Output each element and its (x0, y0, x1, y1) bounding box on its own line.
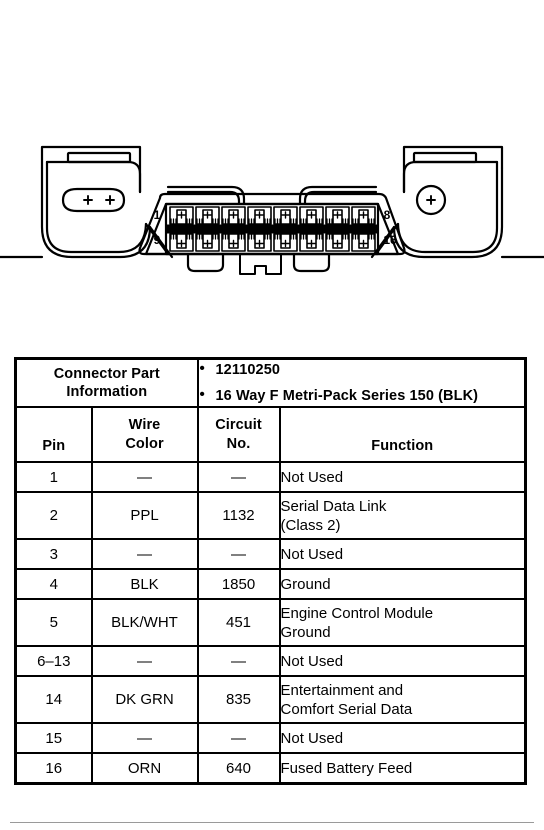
table-row: 16 ORN 640 Fused Battery Feed (14, 752, 527, 785)
cell-pin: 1 (14, 461, 93, 493)
connector-drawing: 1 9 8 16 (0, 145, 544, 275)
cell-wire-color: — (90, 538, 199, 570)
cell-circuit-no: 451 (196, 598, 281, 647)
connector-pin-table-container: Connector Part Information 12110250 16 W… (14, 357, 528, 785)
connector-diagram: 1 9 8 16 (0, 132, 544, 317)
cell-circuit-no: — (196, 538, 281, 570)
center-divider-bar (165, 224, 379, 234)
table-row: 1— — Not Used (14, 461, 527, 493)
cell-pin: 14 (14, 675, 93, 724)
connector-shoulders (166, 185, 378, 206)
cell-circuit-no: 1850 (196, 568, 281, 600)
cell-pin: 2 (14, 491, 93, 540)
header-function: Function (278, 406, 527, 463)
part-info-bullet: 12110250 (200, 359, 525, 380)
part-info-bullet: 16 Way F Metri-Pack Series 150 (BLK) (200, 385, 525, 406)
column-header-row: Pin Wire Color Circuit No. Function (14, 406, 527, 463)
cell-text-line: Comfort Serial Data (280, 700, 413, 718)
cell-circuit-no: — (196, 461, 281, 493)
cell-text-line: Ground (280, 623, 331, 641)
header-wire-color-line2: Color (125, 435, 164, 452)
pin-label-9: 9 (154, 233, 161, 247)
table-row: 15— — Not Used (14, 722, 527, 754)
cell-function: Entertainment and Comfort Serial Data (278, 675, 527, 724)
cell-circuit-no: — (196, 722, 281, 754)
cell-function: Serial Data Link (Class 2) (278, 491, 527, 540)
cell-wire-color: — (90, 722, 199, 754)
cell-circuit-no: 835 (196, 675, 281, 724)
pin-label-8: 8 (384, 208, 391, 222)
cell-function: Not Used (278, 461, 527, 493)
cell-text-line: Entertainment and (280, 681, 404, 699)
cell-wire-color: BLK (90, 568, 199, 600)
cell-function: Not Used (278, 538, 527, 570)
table-row: 3— — Not Used (14, 538, 527, 570)
cell-text-line: (Class 2) (280, 516, 341, 534)
part-info-bullet-list: 12110250 16 Way F Metri-Pack Series 150 … (199, 359, 525, 406)
cell-function: Fused Battery Feed (278, 752, 527, 785)
table-row: 6–13— — Not Used (14, 645, 527, 677)
part-info-row: Connector Part Information 12110250 16 W… (14, 357, 527, 408)
cell-function: Ground (278, 568, 527, 600)
header-circuit-no-line1: Circuit (215, 416, 262, 433)
part-info-label-line2: Information (66, 384, 148, 400)
header-pin: Pin (14, 406, 93, 463)
cell-wire-color: PPL (90, 491, 199, 540)
table-row: 5 BLK/WHT 451 Engine Control Module Ground (14, 598, 527, 647)
cell-text-line: Engine Control Module (280, 604, 434, 622)
part-info-bullets-cell: 12110250 16 Way F Metri-Pack Series 150 … (196, 357, 527, 408)
cell-circuit-no: 640 (196, 752, 281, 785)
header-wire-color-line1: Wire (128, 416, 161, 433)
cavity-row-bottom (169, 233, 376, 252)
cell-pin: 6–13 (14, 645, 93, 677)
cell-pin: 4 (14, 568, 93, 600)
cell-pin: 3 (14, 538, 93, 570)
cell-circuit-no: — (196, 645, 281, 677)
cell-circuit-no: 1132 (196, 491, 281, 540)
cell-wire-color: DK GRN (90, 675, 199, 724)
page-bottom-rule (10, 822, 534, 823)
part-info-label-cell: Connector Part Information (14, 357, 199, 408)
pin-label-1: 1 (154, 208, 161, 222)
cell-wire-color: — (90, 645, 199, 677)
left-flange (0, 145, 174, 259)
pin-label-16: 16 (383, 233, 397, 247)
bottom-tabs (186, 252, 331, 275)
cell-wire-color: — (90, 461, 199, 493)
cell-pin: 5 (14, 598, 93, 647)
cell-function: Engine Control Module Ground (278, 598, 527, 647)
header-circuit-no: Circuit No. (196, 406, 281, 463)
table-row: 2 PPL 1132 Serial Data Link (Class 2) (14, 491, 527, 540)
table-row: 14 DK GRN 835 Entertainment and Comfort Seri… (14, 675, 527, 724)
cell-wire-color: BLK/WHT (90, 598, 199, 647)
right-flange (370, 145, 544, 259)
cell-function: Not Used (278, 645, 527, 677)
cell-pin: 15 (14, 722, 93, 754)
cell-text-line: Serial Data Link (280, 497, 387, 515)
table-row: 4 BLK 1850 Ground (14, 568, 527, 600)
connector-pin-table: Connector Part Information 12110250 16 W… (14, 357, 528, 785)
header-wire-color: Wire Color (90, 406, 199, 463)
cell-pin: 16 (14, 752, 93, 785)
cell-wire-color: ORN (90, 752, 199, 785)
cavity-row-top (169, 206, 376, 225)
cell-function: Not Used (278, 722, 527, 754)
header-circuit-no-line2: No. (226, 435, 251, 452)
part-info-label-line1: Connector Part (53, 366, 160, 382)
